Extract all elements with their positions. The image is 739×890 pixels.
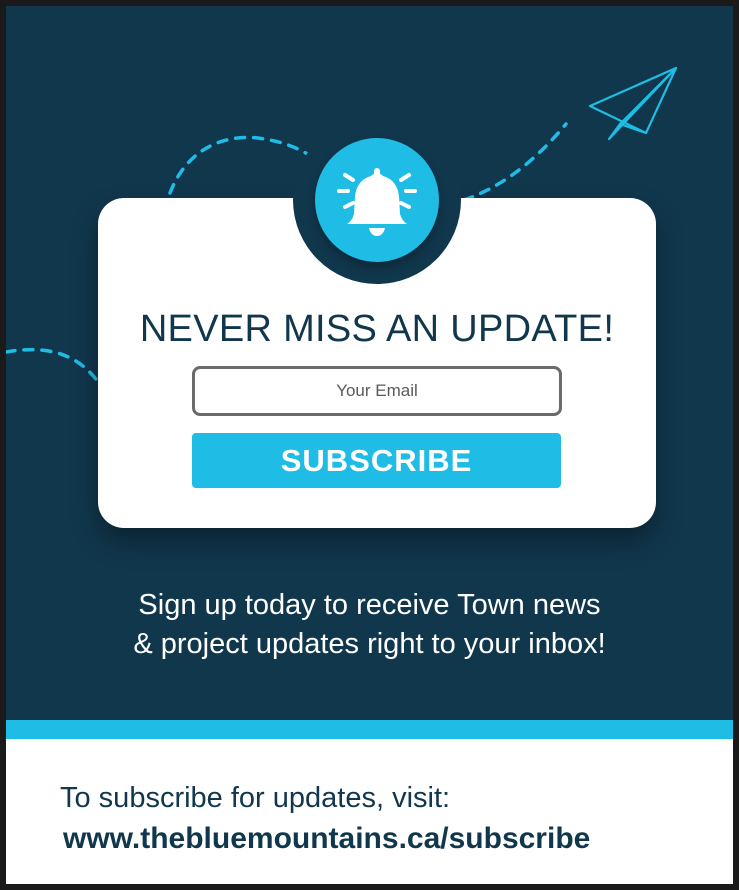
bell-badge [315, 138, 439, 262]
tagline-line-1: Sign up today to receive Town news [138, 589, 601, 621]
card-title: NEVER MISS AN UPDATE! [139, 308, 615, 350]
tagline: Sign up today to receive Town news & pro… [6, 586, 733, 664]
accent-divider [6, 720, 733, 739]
subscribe-flyer: NEVER MISS AN UPDATE! SUBSCRIBE Sign up … [0, 0, 739, 890]
tagline-line-2: & project updates right to your inbox! [133, 628, 606, 660]
hero-section: NEVER MISS AN UPDATE! SUBSCRIBE Sign up … [6, 6, 733, 720]
bell-icon [337, 168, 417, 236]
subscribe-button[interactable]: SUBSCRIBE [192, 433, 561, 488]
email-input[interactable] [192, 366, 562, 416]
paper-plane-icon [588, 66, 678, 141]
subscribe-url-link[interactable]: www.thebluemountains.ca/subscribe [63, 820, 590, 858]
visit-label: To subscribe for updates, visit: [60, 782, 451, 814]
